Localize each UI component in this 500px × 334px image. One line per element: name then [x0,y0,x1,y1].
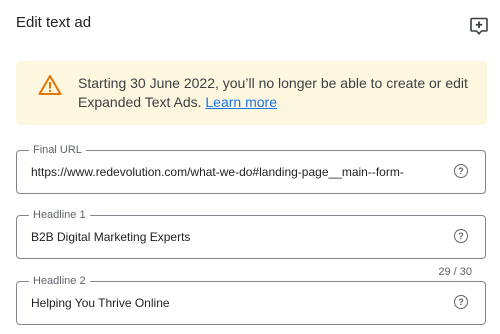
headline-1-label: Headline 1 [29,208,90,222]
headline-2-field[interactable]: Headline 2 Helping You Thrive Online ? [16,274,486,325]
help-circle-icon[interactable]: ? [454,295,468,309]
headline-1-field[interactable]: Headline 1 B2B Digital Marketing Experts… [16,208,486,259]
feedback-plus-icon [470,17,488,36]
final-url-field[interactable]: Final URL https://www.redevolution.com/w… [16,143,486,194]
learn-more-link[interactable]: Learn more [205,94,277,110]
headline-1-char-counter: 29 / 30 [438,266,472,278]
warning-icon [38,75,62,95]
headline-2-label: Headline 2 [29,274,90,288]
help-circle-icon[interactable]: ? [454,164,468,178]
final-url-label: Final URL [29,143,86,157]
headline-1-input[interactable]: B2B Digital Marketing Experts [31,229,431,245]
help-circle-icon[interactable]: ? [454,229,468,243]
feedback-button[interactable] [469,16,489,36]
deprecation-notice: Starting 30 June 2022, you’ll no longer … [16,61,487,125]
final-url-input[interactable]: https://www.redevolution.com/what-we-do#… [31,164,431,180]
notice-text: Starting 30 June 2022, you’ll no longer … [78,74,478,112]
dialog-title: Edit text ad [16,14,92,31]
headline-2-input[interactable]: Helping You Thrive Online [31,295,431,311]
